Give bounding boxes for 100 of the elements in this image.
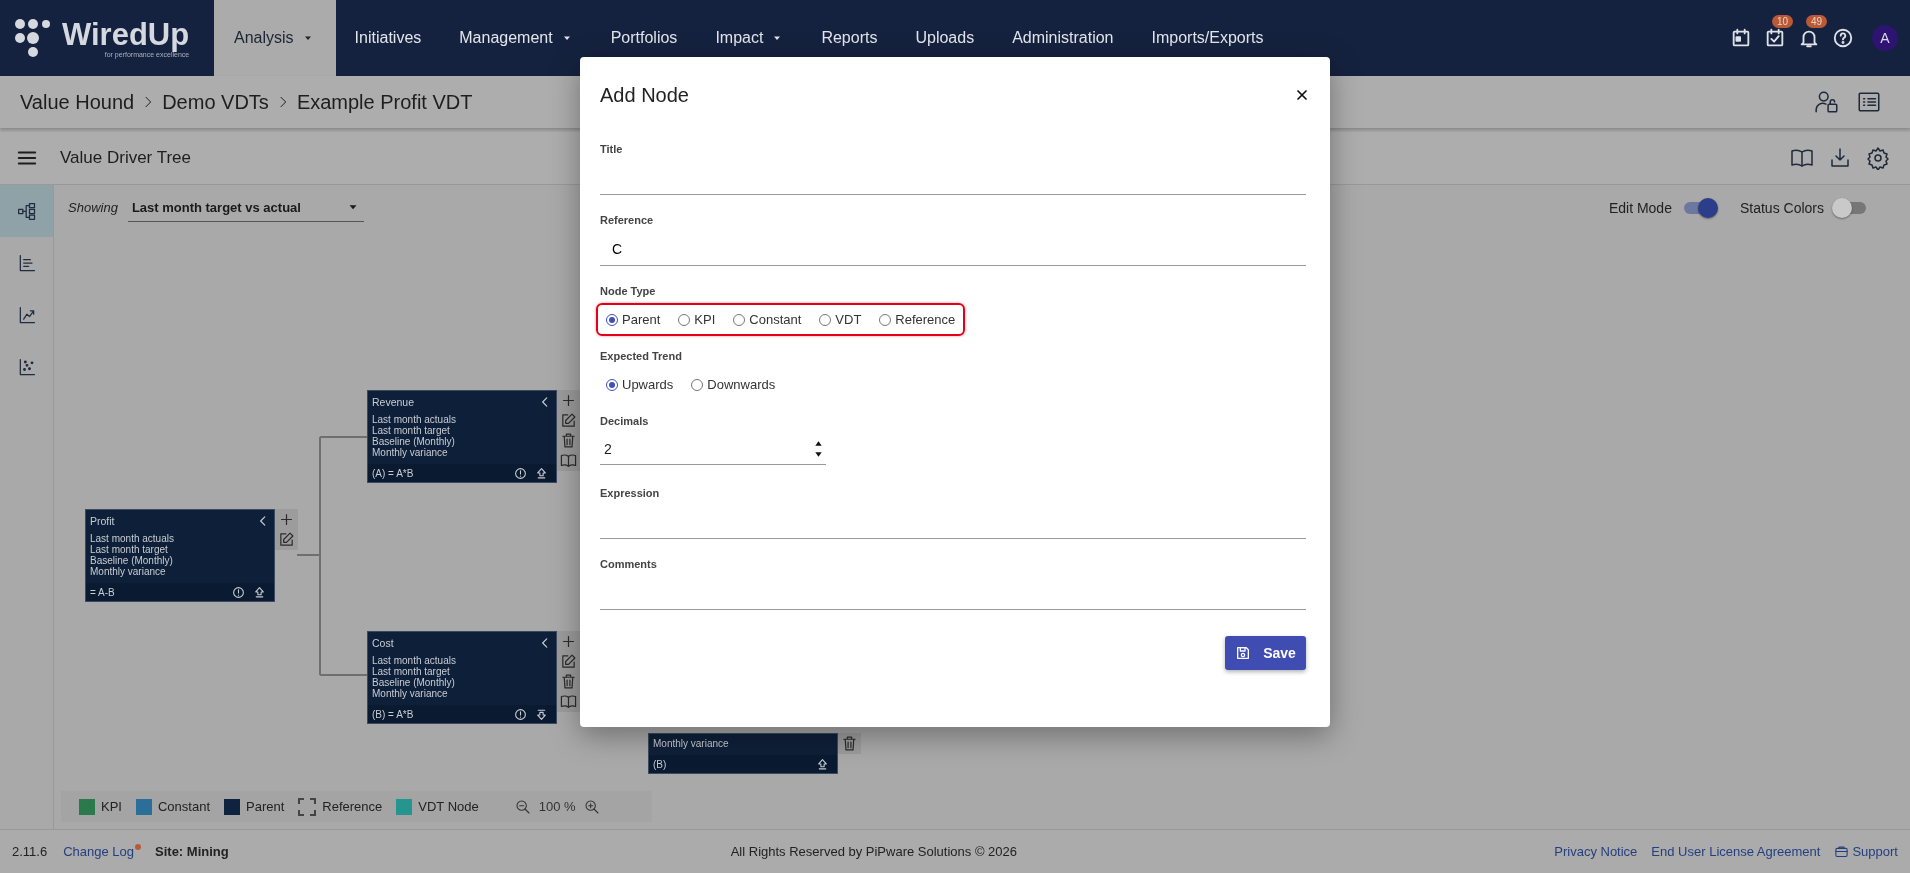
up-arrow-icon[interactable]: [253, 585, 266, 599]
metric-label: Monthly variance: [372, 447, 448, 458]
radio-option[interactable]: Downwards: [691, 377, 776, 392]
field-label: Reference: [600, 214, 655, 226]
user-lock-icon[interactable]: [1814, 89, 1840, 115]
breadcrumb-link[interactable]: Value Hound: [20, 90, 135, 114]
field-label: Comments: [600, 558, 658, 570]
metric-label: Monthly variance: [372, 688, 448, 699]
node-title: Profit: [90, 515, 115, 527]
metric-label: Baseline (Monthly): [372, 677, 456, 688]
save-button[interactable]: Save: [1225, 636, 1306, 670]
logo-name: WiredUp: [62, 18, 190, 51]
nav-tab[interactable]: Initiatives: [335, 0, 441, 76]
nav-tab[interactable]: Imports/Exports: [1132, 0, 1283, 76]
plus-icon[interactable]: [278, 511, 295, 528]
legend-label: Reference: [322, 799, 383, 814]
radio-option[interactable]: Constant: [733, 312, 802, 327]
metric-label: Last month actuals: [372, 655, 457, 666]
user-avatar[interactable]: A: [1872, 25, 1898, 51]
field-label: Expression: [600, 487, 661, 499]
tree-node[interactable]: Profit Last month actuals Last month target Baseline (Monthly) Monthly variance = A-B: [85, 509, 275, 602]
nav-tab[interactable]: Administration: [993, 0, 1133, 76]
legend-label: KPI: [101, 799, 122, 814]
count-badge: 10: [1772, 15, 1794, 28]
footer-link[interactable]: End User License Agreement: [1651, 844, 1821, 859]
legend-label: VDT Node: [418, 799, 479, 814]
breadcrumb-link[interactable]: Example Profit VDT: [296, 90, 473, 114]
nav-tab[interactable]: Uploads: [896, 0, 994, 76]
site-label: Site: Mining: [155, 844, 229, 859]
node-formula: (A) = A*B: [372, 467, 414, 479]
radio-option[interactable]: Upwards: [606, 377, 674, 392]
metric-label: Baseline (Monthly): [372, 436, 456, 447]
trash-icon[interactable]: [560, 673, 577, 690]
up-arrow-icon[interactable]: [535, 466, 548, 480]
toggle-label: Status Colors: [1739, 199, 1824, 216]
node-formula: (B) = A*B: [372, 708, 414, 720]
nav-tab[interactable]: Reports: [802, 0, 897, 76]
number-field[interactable]: 2: [600, 433, 826, 465]
plus-icon[interactable]: [560, 392, 577, 409]
count-badge: 49: [1806, 15, 1828, 28]
radio-option[interactable]: Parent: [606, 312, 661, 327]
calendar-icon[interactable]: [1730, 27, 1752, 49]
up-arrow-icon[interactable]: [816, 757, 829, 771]
field-label: Expected Trend: [600, 350, 683, 362]
book-icon[interactable]: [560, 693, 577, 710]
footer-link[interactable]: Support: [1834, 844, 1898, 859]
version-text: 2.11.6: [12, 844, 48, 859]
field-label: Decimals: [600, 415, 650, 427]
trash-icon[interactable]: [560, 432, 577, 449]
node-formula: (B): [653, 758, 667, 770]
view-select[interactable]: Last month target vs actual: [127, 193, 364, 222]
info-icon[interactable]: [514, 466, 527, 480]
legend-label: Parent: [246, 799, 285, 814]
field-label: Title: [600, 143, 624, 155]
footer-link[interactable]: Privacy Notice: [1554, 844, 1638, 859]
edit-icon[interactable]: [278, 531, 295, 548]
legend-label: Constant: [157, 799, 210, 814]
radio-option[interactable]: Reference: [879, 312, 956, 327]
briefcase-icon: [1834, 844, 1850, 859]
dialog-title: Add Node: [600, 83, 689, 107]
plus-icon[interactable]: [560, 633, 577, 650]
download-icon[interactable]: [1828, 146, 1852, 170]
down-arrow-icon[interactable]: [535, 707, 548, 721]
changelog-link[interactable]: Change Log: [63, 844, 135, 859]
metric-label: Last month target: [372, 425, 450, 436]
breadcrumb-link[interactable]: Demo VDTs: [162, 90, 269, 114]
metric-label: Monthly variance: [653, 738, 730, 749]
tree-node[interactable]: Revenue Last month actuals Last month target Baseline (Monthly) Monthly variance (A) = A*B: [367, 390, 557, 483]
save-icon: [1235, 645, 1252, 661]
radio-option[interactable]: KPI: [678, 312, 716, 327]
edit-icon[interactable]: [560, 653, 577, 670]
book-icon[interactable]: [560, 452, 577, 469]
help-icon[interactable]: [1832, 27, 1854, 49]
zoom-in-icon[interactable]: [583, 798, 600, 815]
node-formula: = A-B: [90, 586, 115, 598]
tree-node[interactable]: Monthly variance (B): [648, 733, 838, 774]
zoom-out-icon[interactable]: [514, 798, 531, 815]
node-title: Revenue: [372, 396, 415, 408]
info-icon[interactable]: [514, 707, 527, 721]
radio-option[interactable]: VDT: [819, 312, 862, 327]
metric-label: Last month target: [372, 666, 450, 677]
metric-label: Monthly variance: [90, 566, 166, 577]
hierarchy-icon: [16, 201, 37, 221]
metric-label: Last month actuals: [90, 533, 175, 544]
settings-icon[interactable]: [1866, 146, 1890, 170]
view-tab[interactable]: [0, 185, 53, 237]
text-field[interactable]: C: [600, 232, 1306, 266]
info-icon[interactable]: [232, 585, 245, 599]
nav-tab[interactable]: Portfolios: [591, 0, 697, 76]
showing-label: Showing: [68, 200, 118, 215]
tree-node[interactable]: Cost Last month actuals Last month target Baseline (Monthly) Monthly variance (B) = A*B: [367, 631, 557, 724]
checklist-icon[interactable]: [1764, 27, 1786, 49]
metric-label: Baseline (Monthly): [90, 555, 174, 566]
node-title: Cost: [372, 637, 394, 649]
nav-tab[interactable]: Analysis: [214, 0, 336, 76]
zoom-level: 100 %: [538, 799, 576, 814]
page-title: Value Driver Tree: [60, 148, 191, 168]
toggle-label: Edit Mode: [1608, 199, 1672, 216]
legend-swatch: [298, 797, 317, 816]
edit-icon[interactable]: [560, 412, 577, 429]
